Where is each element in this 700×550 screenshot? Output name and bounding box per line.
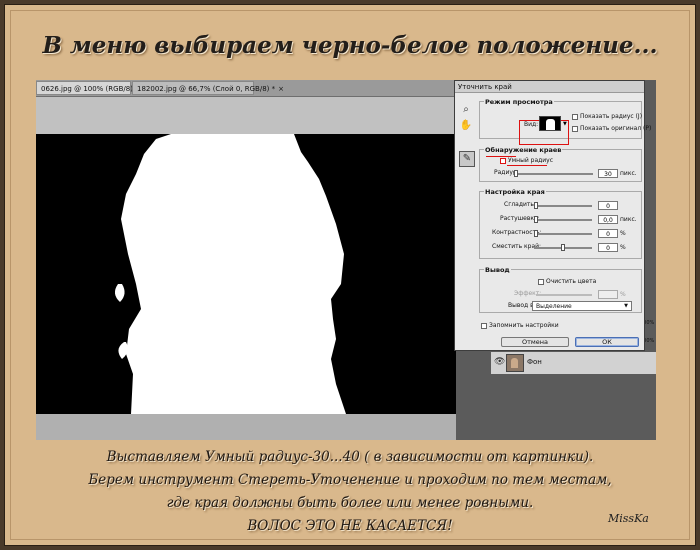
view-mode-group: Режим просмотра Вид: ▼ Показать радиус (…	[479, 98, 651, 145]
caption-line: Берем инструмент Стереть-Уточенение и пр…	[88, 472, 612, 488]
dialog-title: Уточнить край	[455, 81, 644, 93]
caption-line: ВОЛОС ЭТО НЕ КАСАЕТСЯ!	[247, 518, 453, 534]
contrast-field[interactable]: 0	[598, 229, 618, 238]
view-preview[interactable]	[539, 116, 561, 131]
layer-thumbnail[interactable]	[506, 354, 524, 372]
eye-icon[interactable]: 👁	[494, 357, 505, 367]
feather-slider[interactable]	[534, 216, 592, 223]
caption-line: где края должны быть более или менее ров…	[166, 495, 534, 511]
caption-line: Выставляем Умный радиус-30...40 ( в зави…	[106, 449, 594, 465]
radius-slider[interactable]	[513, 170, 593, 177]
hand-icon[interactable]: ✋	[459, 119, 473, 133]
amount-field[interactable]	[598, 290, 618, 299]
adjust-edge-group: Настройка края Сгладить: 0 Растушевка: 0…	[479, 188, 642, 259]
smooth-field[interactable]: 0	[598, 201, 618, 210]
photoshop-screenshot: 0626.jpg @ 100% (RGB/8) *× 182002.jpg @ …	[36, 80, 656, 440]
edge-detection-group: Обнаружение краев Умный радиус Радиус: 3…	[479, 146, 642, 182]
instruction-caption: Выставляем Умный радиус-30...40 ( в зави…	[0, 446, 700, 538]
radius-field[interactable]: 30	[598, 169, 618, 178]
layers-panel: 👁 Фон	[491, 352, 656, 374]
zoom-icon[interactable]: ⌕	[459, 103, 473, 117]
author-signature: MissKa	[608, 512, 649, 525]
cancel-button[interactable]: Отмена	[501, 337, 569, 347]
tab-182002[interactable]: 182002.jpg @ 66,7% (Слой 0, RGB/8) * ×	[132, 81, 284, 95]
mask-preview	[114, 134, 346, 414]
layer-name[interactable]: Фон	[527, 358, 542, 366]
amount-slider[interactable]	[536, 294, 592, 296]
decontaminate-checkbox[interactable]	[538, 279, 544, 285]
refine-edge-dialog: Уточнить край ⌕ ✋ ✎ Режим просмотра Вид:…	[454, 80, 651, 351]
document-tabs: 0626.jpg @ 100% (RGB/8) *× 182002.jpg @ …	[36, 80, 456, 97]
show-radius-checkbox[interactable]	[572, 114, 578, 120]
feather-field[interactable]: 0,0	[598, 215, 618, 224]
chevron-down-icon: ▼	[624, 303, 628, 309]
contrast-slider[interactable]	[534, 230, 592, 237]
close-icon[interactable]: ×	[278, 85, 284, 93]
remember-settings-checkbox[interactable]	[481, 323, 487, 329]
refine-brush-icon[interactable]: ✎	[459, 151, 475, 167]
show-original-checkbox[interactable]	[572, 126, 578, 132]
tutorial-frame: В меню выбираем черно-белое положение...…	[0, 0, 700, 550]
white-mask-silhouette	[121, 134, 346, 414]
shift-edge-slider[interactable]	[534, 244, 592, 251]
output-to-select[interactable]: Выделение ▼	[532, 301, 632, 311]
shift-edge-field[interactable]: 0	[598, 243, 618, 252]
tab-0626[interactable]: 0626.jpg @ 100% (RGB/8) *×	[36, 81, 148, 95]
output-group: Вывод Очистить цвета Эффект: % Вывод в: …	[479, 266, 642, 313]
image-canvas[interactable]	[36, 134, 456, 414]
page-title: В меню выбираем черно-белое положение...	[42, 32, 658, 59]
smooth-slider[interactable]	[534, 202, 592, 209]
chevron-down-icon[interactable]: ▼	[563, 121, 567, 127]
canvas-background	[36, 97, 456, 134]
ok-button[interactable]: ОК	[575, 337, 639, 347]
smart-radius-checkbox[interactable]	[500, 158, 506, 164]
slider-knob[interactable]	[514, 170, 518, 177]
